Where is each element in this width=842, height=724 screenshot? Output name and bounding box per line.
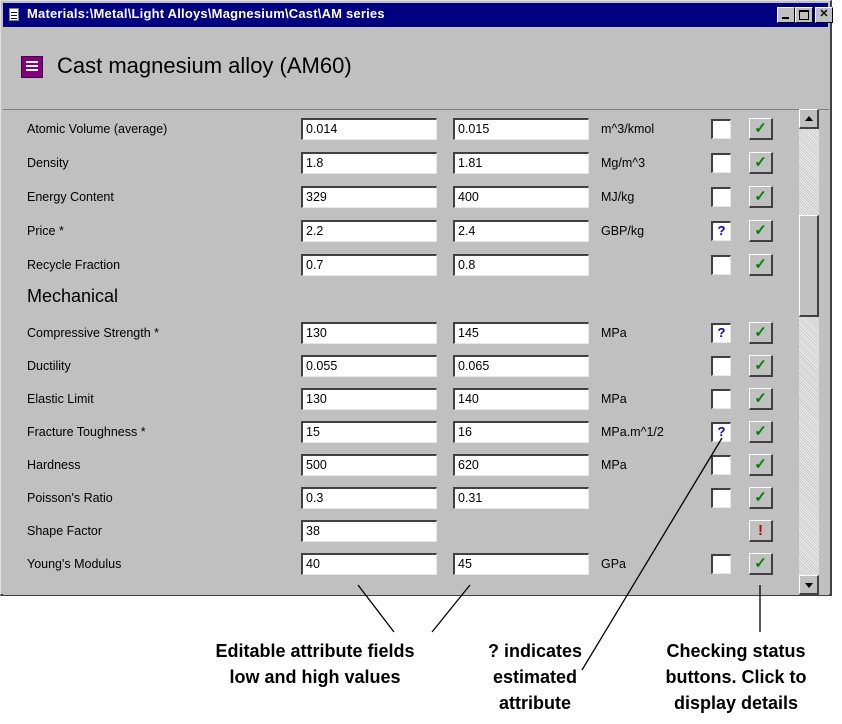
estimate-annotation-line1: ? indicates (487, 641, 583, 661)
fields-annotation-line2: low and high values (229, 667, 401, 687)
callout-line-estimate (581, 437, 723, 671)
callout-line-low (357, 584, 395, 633)
callout-lines (357, 437, 761, 671)
estimate-annotation-line3: attribute (499, 693, 571, 713)
status-annotation-line2: buttons. Click to (665, 667, 807, 687)
status-annotation-line1: Checking status (666, 641, 806, 661)
status-annotation-line3: display details (673, 693, 799, 713)
callout-line-high (431, 584, 471, 633)
fields-annotation: Editable attribute fields low and high v… (170, 638, 460, 690)
status-annotation: Checking status buttons. Click to displa… (636, 638, 836, 716)
fields-annotation-line1: Editable attribute fields (215, 641, 415, 661)
estimate-annotation-line2: estimated (492, 667, 578, 687)
estimate-annotation: ? indicates estimated attribute (460, 638, 610, 716)
